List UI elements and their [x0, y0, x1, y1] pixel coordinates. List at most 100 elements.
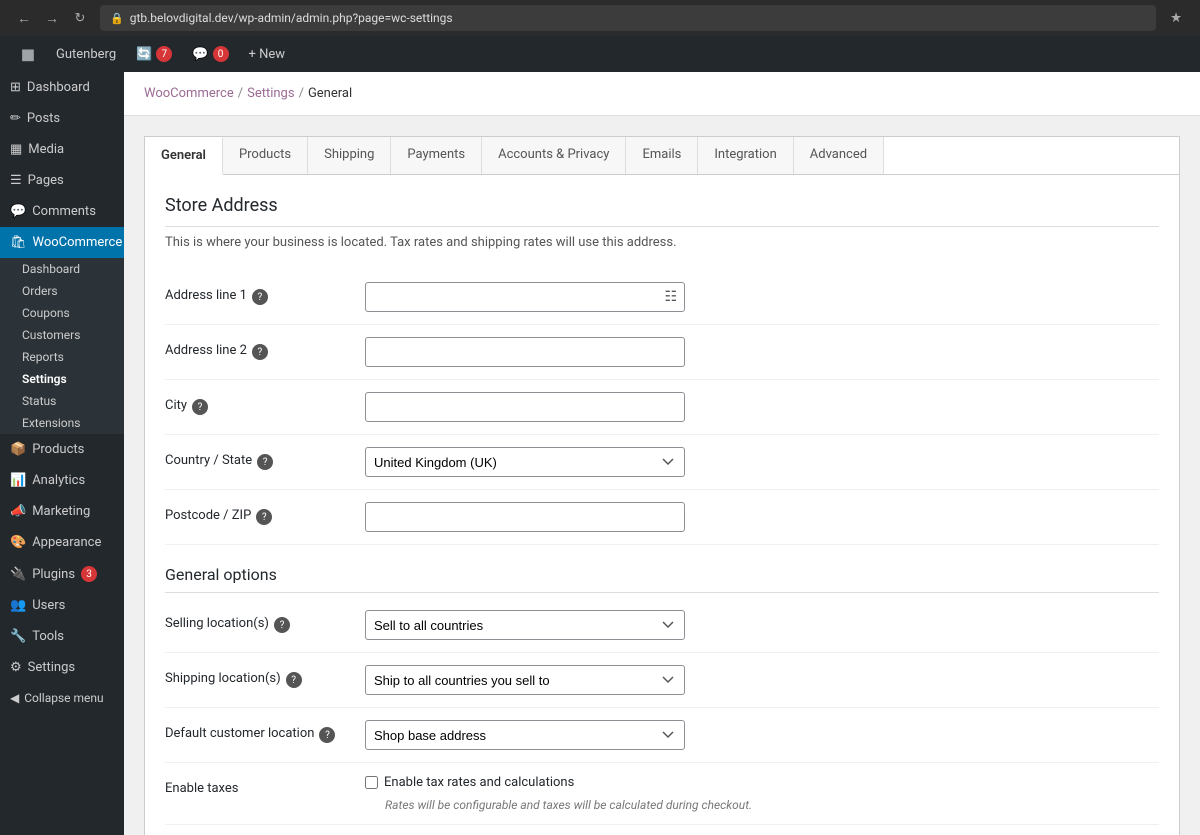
selling-locations-select[interactable]: Sell to all countries Sell to specific c… [365, 610, 685, 640]
label-city: City ? [165, 392, 365, 415]
sidebar-item-label: Media [28, 142, 64, 157]
country-select[interactable]: United Kingdom (UK) United States German… [365, 447, 685, 477]
tab-products[interactable]: Products [223, 137, 308, 174]
sidebar-item-comments[interactable]: 💬 Comments [0, 196, 124, 227]
forward-button[interactable]: → [40, 6, 64, 30]
sidebar-item-label: Posts [27, 111, 60, 126]
form-row-default-location: Default customer location ? Shop base ad… [165, 708, 1159, 763]
label-country: Country / State ? [165, 447, 365, 470]
submenu-item-wc-orders[interactable]: Orders [16, 280, 124, 302]
sidebar-item-users[interactable]: 👥 Users [0, 590, 124, 621]
products-icon: 📦 [10, 442, 26, 457]
breadcrumb-sep-1: / [238, 86, 243, 101]
sidebar-item-products[interactable]: 📦 Products [0, 434, 124, 465]
tab-advanced[interactable]: Advanced [794, 137, 884, 174]
breadcrumb-settings[interactable]: Settings [247, 86, 294, 101]
form-row-enable-taxes: Enable taxes Enable tax rates and calcul… [165, 763, 1159, 825]
settings-panel: Store Address This is where your busines… [144, 174, 1180, 835]
postcode-input[interactable] [365, 502, 685, 532]
form-row-country: Country / State ? United Kingdom (UK) Un… [165, 435, 1159, 490]
default-location-select[interactable]: Shop base address Geolocate Geolocate (w… [365, 720, 685, 750]
shipping-locations-select[interactable]: Ship to all countries you sell to Ship t… [365, 665, 685, 695]
sidebar-item-marketing[interactable]: 📣 Marketing [0, 496, 124, 527]
url-text: gtb.belovdigital.dev/wp-admin/admin.php?… [130, 11, 453, 25]
site-name: Gutenberg [56, 47, 116, 62]
sidebar-item-settings[interactable]: ⚙ Settings [0, 652, 124, 683]
sidebar-item-media[interactable]: ▦ Media [0, 134, 124, 165]
taxes-checkbox-group: Enable tax rates and calculations Rates … [365, 775, 1159, 812]
help-icon-shipping[interactable]: ? [286, 672, 302, 688]
submenu-item-wc-settings[interactable]: Settings [16, 368, 124, 390]
admin-bar-site[interactable]: Gutenberg [46, 36, 126, 72]
field-default-location: Shop base address Geolocate Geolocate (w… [365, 720, 1159, 750]
tab-accounts-privacy[interactable]: Accounts & Privacy [482, 137, 626, 174]
label-enable-taxes: Enable taxes [165, 775, 365, 796]
sidebar-item-plugins[interactable]: 🔌 Plugins 3 [0, 558, 124, 590]
reload-button[interactable]: ↻ [68, 6, 92, 30]
comments-menu-icon: 💬 [10, 204, 26, 219]
submenu-item-wc-dashboard[interactable]: Dashboard [16, 258, 124, 280]
help-icon-city[interactable]: ? [192, 399, 208, 415]
sidebar-item-label: Pages [28, 173, 64, 188]
help-icon-default-location[interactable]: ? [319, 727, 335, 743]
help-icon-selling[interactable]: ? [274, 617, 290, 633]
help-icon-address1[interactable]: ? [252, 289, 268, 305]
address1-input[interactable] [365, 282, 685, 312]
updates-badge: 7 [156, 46, 172, 62]
collapse-menu-label: Collapse menu [24, 691, 103, 705]
field-postcode [365, 502, 1159, 532]
tab-emails[interactable]: Emails [626, 137, 698, 174]
tab-payments[interactable]: Payments [391, 137, 482, 174]
wp-logo-icon[interactable]: ◼ [10, 36, 46, 72]
sidebar-item-tools[interactable]: 🔧 Tools [0, 621, 124, 652]
help-icon-postcode[interactable]: ? [256, 509, 272, 525]
admin-bar-new[interactable]: + New [239, 36, 296, 72]
submenu-item-wc-status[interactable]: Status [16, 390, 124, 412]
sidebar-item-pages[interactable]: ☰ Pages [0, 165, 124, 196]
sidebar-item-label: Comments [32, 204, 96, 219]
sidebar-item-analytics[interactable]: 📊 Analytics [0, 465, 124, 496]
label-address2: Address line 2 ? [165, 337, 365, 360]
sidebar-item-posts[interactable]: ✏ Posts [0, 103, 124, 134]
tab-integration[interactable]: Integration [698, 137, 793, 174]
address1-input-wrapper: ☷ [365, 282, 685, 312]
plugins-icon: 🔌 [10, 567, 26, 582]
tabs-bar: General Products Shipping Payments Accou… [144, 136, 1180, 174]
submenu-item-wc-customers[interactable]: Customers [16, 324, 124, 346]
city-input[interactable] [365, 392, 685, 422]
collapse-menu-button[interactable]: ◀ Collapse menu [0, 683, 124, 713]
address-bar[interactable]: 🔒 gtb.belovdigital.dev/wp-admin/admin.ph… [100, 5, 1156, 31]
sidebar: ⊞ Dashboard ✏ Posts ▦ Media ☰ Page [0, 72, 124, 835]
help-icon-address2[interactable]: ? [252, 344, 268, 360]
breadcrumb-current: General [308, 86, 352, 101]
sidebar-item-woocommerce[interactable]: 🛍 WooCommerce [0, 227, 124, 258]
bookmark-button[interactable]: ★ [1164, 6, 1188, 30]
admin-bar-updates[interactable]: 🔄 7 [126, 36, 182, 72]
collapse-arrow-icon: ◀ [10, 691, 19, 705]
submenu-item-wc-reports[interactable]: Reports [16, 346, 124, 368]
comments-icon: 💬 [192, 47, 208, 62]
sidebar-item-label: Tools [32, 629, 64, 644]
tab-general[interactable]: General [145, 138, 223, 175]
sidebar-item-label: Analytics [32, 473, 85, 488]
back-button[interactable]: ← [12, 6, 36, 30]
submenu-item-wc-extensions[interactable]: Extensions [16, 412, 124, 434]
address2-input[interactable] [365, 337, 685, 367]
sidebar-item-dashboard[interactable]: ⊞ Dashboard [0, 72, 124, 103]
tab-shipping[interactable]: Shipping [308, 137, 391, 174]
enable-taxes-checkbox[interactable] [365, 776, 378, 789]
wp-admin-bar: ◼ Gutenberg 🔄 7 💬 0 + New [0, 36, 1200, 72]
form-row-enable-coupons: Enable coupons Enable the use of coupon … [165, 825, 1159, 835]
help-icon-country[interactable]: ? [257, 454, 273, 470]
sidebar-item-label: Marketing [32, 504, 90, 519]
main-layout: ⊞ Dashboard ✏ Posts ▦ Media ☰ Page [0, 72, 1200, 835]
admin-bar-comments[interactable]: 💬 0 [182, 36, 238, 72]
breadcrumb-woocommerce[interactable]: WooCommerce [144, 86, 234, 101]
enable-taxes-label[interactable]: Enable tax rates and calculations [365, 775, 1159, 790]
ssl-lock-icon: 🔒 [110, 12, 124, 25]
main-content: WooCommerce / Settings / General General… [124, 72, 1200, 835]
field-enable-taxes: Enable tax rates and calculations Rates … [365, 775, 1159, 812]
submenu-item-wc-coupons[interactable]: Coupons [16, 302, 124, 324]
sidebar-item-appearance[interactable]: 🎨 Appearance [0, 527, 124, 558]
new-item-label: + New [249, 47, 286, 62]
